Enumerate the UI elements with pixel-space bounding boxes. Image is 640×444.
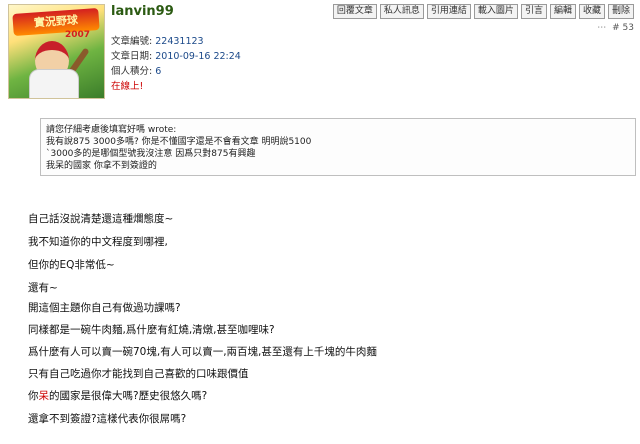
share-icon[interactable]: ⋯ xyxy=(597,23,607,33)
post-body-line: 開這個主題你自己有做過功課嗎? xyxy=(28,302,181,314)
post-date-row: 文章日期: 2010-09-16 22:24 xyxy=(111,48,241,62)
username[interactable]: lanvin99 xyxy=(111,4,174,19)
avatar-player-body xyxy=(29,69,79,98)
post-date-label: 文章日期: xyxy=(111,51,153,62)
post-id-row: 文章編號: 22431123 xyxy=(111,33,204,47)
post-body-line: 自己話沒說清楚還這種爛態度~ xyxy=(28,213,174,225)
post-body-line: 還拿不到簽證?這樣代表你很屌嗎? xyxy=(28,413,187,425)
user-score-label: 個人積分: xyxy=(111,66,153,77)
post-date-value: 2010-09-16 22:24 xyxy=(155,51,241,62)
post-id-label: 文章編號: xyxy=(111,36,153,47)
edit-button[interactable]: 編輯 xyxy=(549,4,576,19)
post-id-value: 22431123 xyxy=(155,36,204,47)
favorite-button[interactable]: 收藏 xyxy=(578,4,605,19)
post-body-line: 我不知道你的中文程度到哪裡, xyxy=(28,236,168,248)
reply-button[interactable]: 回覆文章 xyxy=(332,4,377,19)
private-message-button[interactable]: 私人訊息 xyxy=(379,4,424,19)
quote-line: 我呆的國家 你拿不到簽證的 xyxy=(46,161,157,171)
user-avatar[interactable]: 實況野球 2007 xyxy=(8,4,105,99)
post-body-fragment: 你 xyxy=(28,390,39,402)
post-body-line: 但你的EQ非常低~ xyxy=(28,259,115,271)
post-body-line: 爲什麼有人可以賣一碗70塊,有人可以賣一,兩百塊,甚至還有上千塊的牛肉麵 xyxy=(28,346,377,358)
avatar-year: 2007 xyxy=(65,30,91,40)
post-body-line: 還有~ xyxy=(28,282,58,294)
post-number: # 53 xyxy=(612,23,634,33)
post-body-line: 你呆的國家是很偉大嗎?歷史很悠久嗎? xyxy=(28,388,207,403)
post-body-line: 同樣都是一碗牛肉麵,爲什麼有紅燒,清燉,甚至咖哩味? xyxy=(28,324,275,336)
load-image-button[interactable]: 載入圖片 xyxy=(473,4,518,19)
post-body-line: 只有自己吃過你才能找到自己喜歡的口味跟價值 xyxy=(28,368,249,380)
user-score-row: 個人積分: 6 xyxy=(111,63,161,77)
delete-button[interactable]: 刪除 xyxy=(607,4,634,19)
quote-box: 請您仔細考慮後填寫好嗎 wrote: 我有說875 3000多嗎? 你是不懂國字… xyxy=(40,118,636,176)
user-score-value: 6 xyxy=(155,66,162,77)
post-body-highlight: 呆 xyxy=(38,390,50,402)
quote-link-button[interactable]: 引用連結 xyxy=(426,4,471,19)
post-body-fragment: 的國家是很偉大嗎?歷史很悠久嗎? xyxy=(49,390,208,402)
quote-button[interactable]: 引言 xyxy=(520,4,547,19)
post-index[interactable]: ⋯ # 53 xyxy=(597,23,634,33)
post-toolbar: 回覆文章 私人訊息 引用連結 載入圖片 引言 編輯 收藏 刪除 xyxy=(332,4,634,19)
online-status: 在線上! xyxy=(111,81,144,92)
